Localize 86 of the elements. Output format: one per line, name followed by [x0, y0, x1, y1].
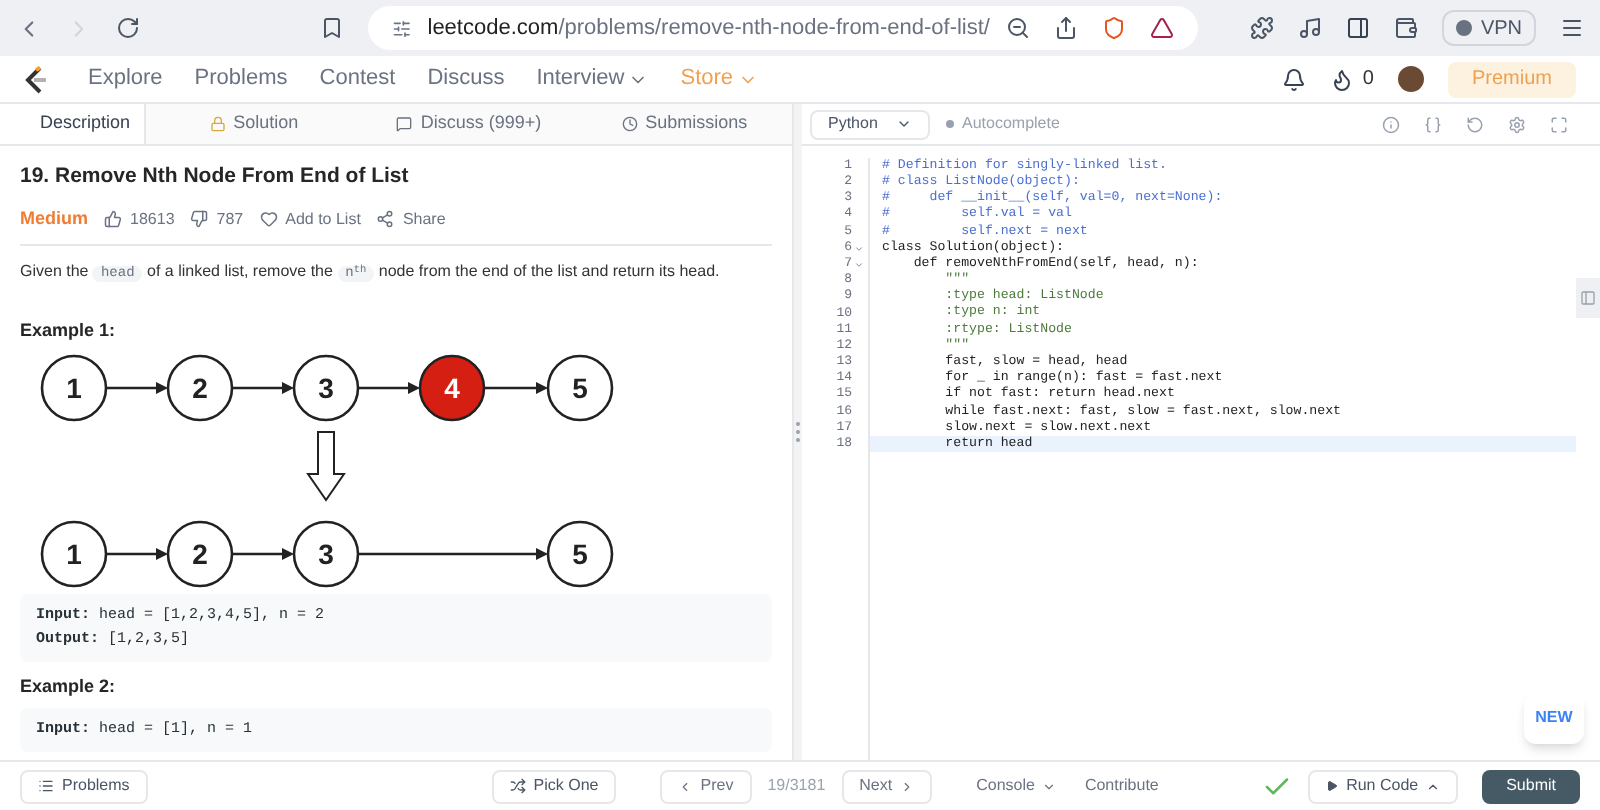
problem-position: 19/3181 — [767, 774, 826, 798]
lock-icon — [209, 116, 226, 132]
info-icon[interactable] — [1382, 115, 1400, 133]
panel-icon — [1580, 290, 1596, 306]
heart-icon — [259, 210, 278, 228]
tab[interactable]: Submissions — [576, 104, 793, 144]
like-button[interactable]: 18613 — [104, 207, 175, 231]
zoom-icon[interactable] — [1006, 16, 1030, 40]
wallet-icon[interactable] — [1394, 16, 1419, 40]
nav-link[interactable]: Contest — [319, 62, 396, 96]
dislike-button[interactable]: 787 — [190, 207, 244, 231]
reload-icon[interactable] — [116, 16, 140, 40]
play-icon — [1326, 780, 1339, 792]
tab[interactable]: Discuss (999+) — [361, 104, 577, 144]
list-node: 3 — [292, 521, 360, 588]
nav-link[interactable]: Interview — [536, 62, 649, 96]
list-node: 1 — [40, 521, 108, 588]
list-node: 1 — [40, 355, 108, 422]
submit-button[interactable]: Submit — [1482, 769, 1580, 803]
problem-title: 19. Remove Nth Node From End of List — [20, 162, 411, 192]
add-to-list-button[interactable]: Add to List — [259, 207, 361, 231]
difficulty-label: Medium — [20, 205, 89, 232]
example-heading: Example 1: — [20, 317, 118, 344]
run-code-button[interactable]: Run Code — [1308, 769, 1459, 803]
nav-link[interactable]: Discuss — [427, 62, 505, 96]
url-text: leetcode.com/problems/remove-nth-node-from-end-of-list/ — [427, 13, 990, 44]
share-icon — [376, 210, 395, 228]
list-node: 3 — [292, 355, 360, 422]
arrow — [232, 382, 294, 395]
pick-one-button[interactable]: Pick One — [491, 769, 617, 803]
logo-icon[interactable] — [24, 65, 48, 93]
arrow — [484, 382, 548, 395]
share-icon[interactable] — [1054, 16, 1078, 40]
prev-button[interactable]: Prev — [660, 769, 752, 803]
problems-button[interactable]: Problems — [20, 769, 148, 803]
bookmark-icon[interactable] — [320, 16, 344, 40]
shield-icon[interactable] — [1102, 16, 1126, 40]
chevron-left-icon — [678, 779, 693, 793]
arrow — [106, 548, 168, 561]
new-badge[interactable]: NEW — [1524, 692, 1584, 744]
next-button[interactable]: Next — [841, 769, 933, 803]
sidebar-icon[interactable] — [1346, 16, 1371, 40]
shuffle-icon — [509, 778, 526, 794]
reset-icon[interactable] — [1466, 115, 1484, 133]
braces-icon[interactable] — [1424, 115, 1442, 133]
thumbs-up-icon — [104, 210, 123, 228]
list-icon — [38, 778, 54, 794]
down-arrow — [306, 431, 346, 503]
coin-count: 0 — [1362, 66, 1374, 94]
console-button[interactable]: Console — [976, 774, 1057, 798]
thumbs-down-icon — [190, 210, 209, 228]
contribute-link[interactable]: Contribute — [1084, 774, 1159, 798]
bell-icon[interactable] — [1282, 67, 1307, 91]
vpn-button[interactable]: VPN — [1442, 10, 1536, 46]
site-settings-icon[interactable] — [392, 17, 412, 39]
flame-icon[interactable] — [1330, 67, 1355, 91]
language-select[interactable]: Python — [810, 109, 930, 139]
example-heading: Example 2: — [20, 674, 118, 701]
list-node: 2 — [166, 521, 234, 588]
list-node: 4 — [418, 355, 486, 422]
list-node: 2 — [166, 355, 234, 422]
avatar[interactable] — [1397, 66, 1424, 92]
nav-link[interactable]: Explore — [88, 62, 163, 96]
puzzle-icon[interactable] — [1250, 16, 1275, 40]
autocomplete-toggle[interactable]: Autocomplete — [946, 112, 1060, 136]
chevron-right-icon — [900, 779, 915, 793]
share-button[interactable]: Share — [376, 207, 446, 231]
arrow — [106, 382, 168, 395]
menu-icon[interactable] — [1560, 16, 1584, 40]
chevron-up-icon — [1426, 779, 1441, 793]
tab[interactable]: Solution — [146, 104, 362, 144]
chat-icon — [396, 116, 413, 132]
list-node: 5 — [546, 355, 614, 422]
triangle-icon[interactable] — [1150, 16, 1174, 40]
fullscreen-icon[interactable] — [1550, 115, 1568, 133]
arrow — [232, 548, 294, 561]
music-icon[interactable] — [1298, 16, 1323, 40]
tab[interactable]: Description — [0, 104, 146, 144]
chevron-down-icon — [896, 116, 912, 132]
clock-icon — [621, 116, 638, 132]
list-node: 5 — [546, 521, 614, 588]
nav-link[interactable]: Problems — [194, 62, 288, 96]
settings-icon[interactable] — [1508, 115, 1526, 133]
address-bar[interactable]: leetcode.com/problems/remove-nth-node-from-end-of-list/ — [368, 6, 1198, 50]
arrow — [358, 382, 420, 395]
chevron-down-icon — [1042, 779, 1057, 793]
